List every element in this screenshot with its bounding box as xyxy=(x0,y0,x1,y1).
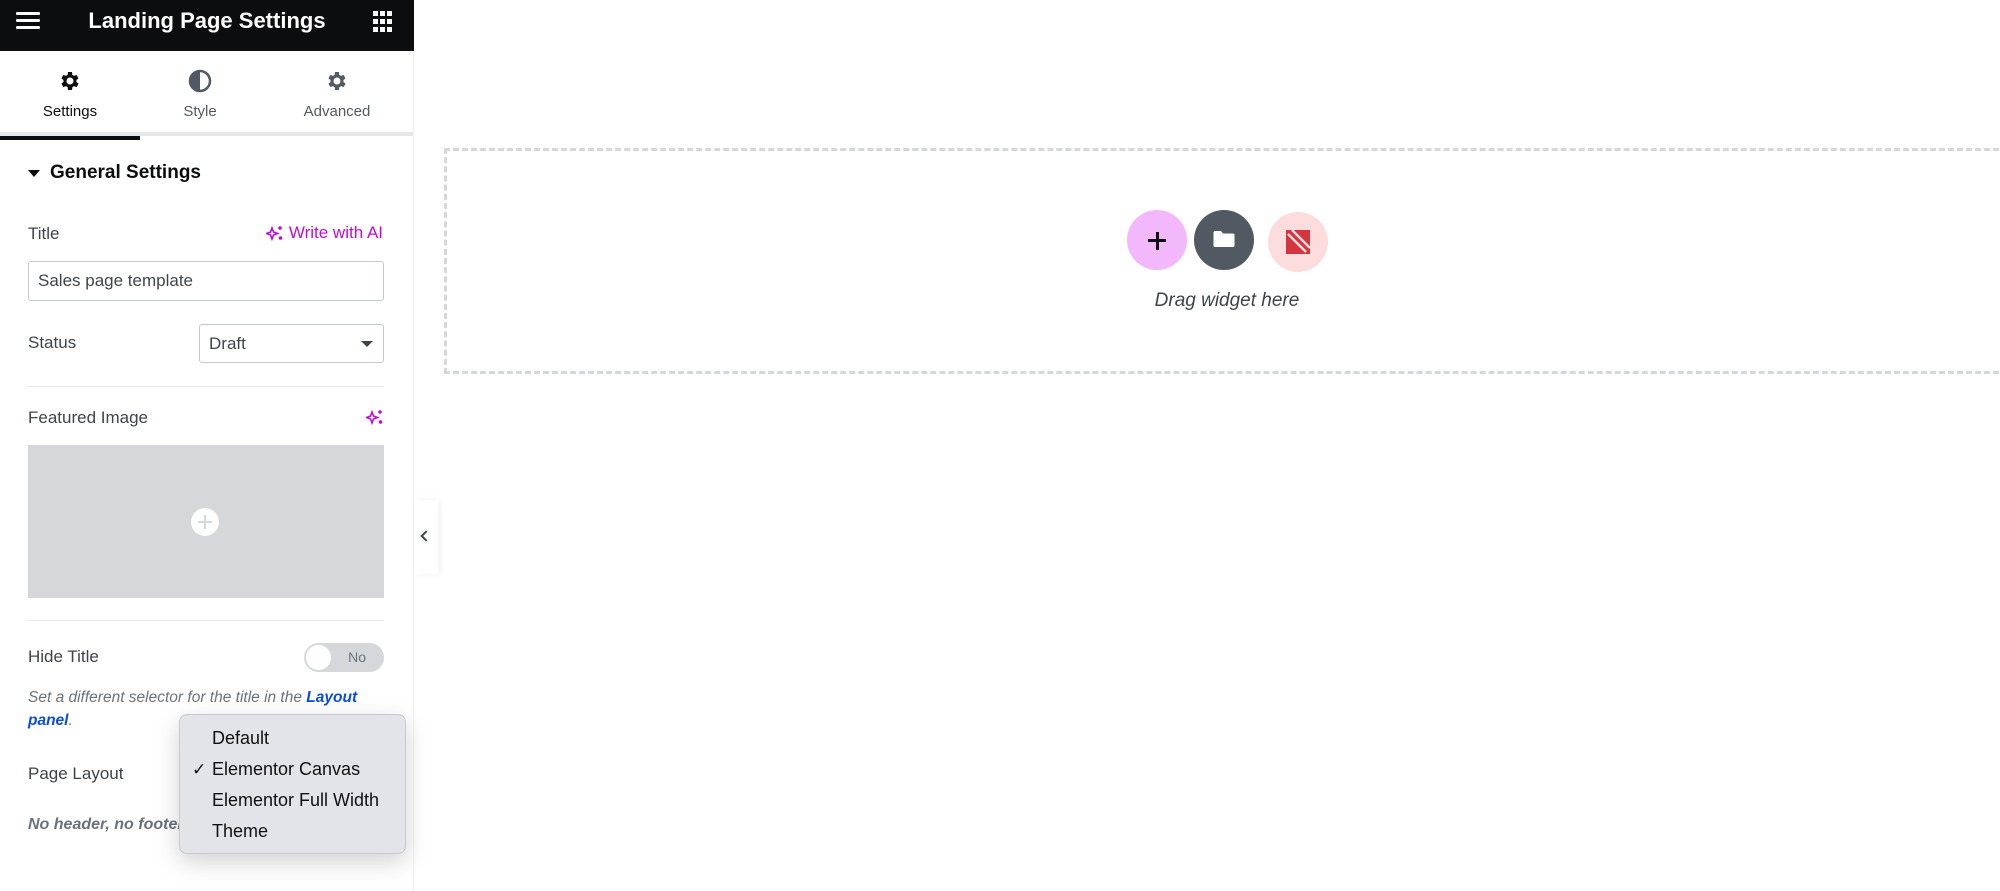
title-label: Title xyxy=(28,224,60,243)
toggle-state: No xyxy=(348,649,366,665)
tab-style[interactable]: Style xyxy=(140,51,260,136)
menu-item-label: Elementor Full Width xyxy=(212,790,380,810)
add-section-button[interactable] xyxy=(1127,210,1187,270)
divider xyxy=(28,620,384,621)
status-value: Draft xyxy=(209,334,246,353)
tab-label: Style xyxy=(183,103,217,120)
chevron-left-icon xyxy=(420,530,432,542)
page-layout-label: Page Layout xyxy=(28,764,124,783)
menu-item-elementor-full-width[interactable]: Elementor Full Width xyxy=(180,785,405,816)
folder-icon xyxy=(1213,231,1235,247)
drag-widget-text: Drag widget here xyxy=(1154,290,1300,311)
hide-title-toggle[interactable]: No xyxy=(304,643,384,672)
title-input[interactable]: Sales page template xyxy=(28,261,384,301)
write-with-ai-label: Write with AI xyxy=(288,223,383,242)
section-heading: General Settings xyxy=(50,162,201,183)
kit-library-button[interactable] xyxy=(1268,212,1328,272)
general-settings-toggle[interactable]: General Settings xyxy=(28,162,201,184)
tab-label: Settings xyxy=(42,103,98,120)
toggle-knob xyxy=(305,644,332,671)
help-text-suffix: . xyxy=(68,712,73,729)
menu-item-label: Elementor Canvas xyxy=(212,759,361,779)
menu-item-theme[interactable]: Theme xyxy=(180,816,405,847)
panel-header: Landing Page Settings xyxy=(0,0,414,51)
template-library-button[interactable] xyxy=(1194,210,1254,270)
plus-circle-icon xyxy=(191,508,219,536)
ai-sparkle-icon[interactable] xyxy=(366,409,384,425)
menu-item-elementor-canvas[interactable]: ✓ Elementor Canvas xyxy=(180,754,405,785)
menu-item-label: Default xyxy=(212,728,270,748)
editor-panel: Landing Page Settings Settings Style Adv… xyxy=(0,0,414,891)
gear-icon xyxy=(328,72,346,90)
panel-tabs: Settings Style Advanced xyxy=(0,51,413,140)
grid-icon[interactable] xyxy=(373,11,395,33)
status-label: Status xyxy=(28,333,77,352)
status-select[interactable]: Draft xyxy=(199,324,384,363)
hide-title-label: Hide Title xyxy=(28,647,99,666)
gear-icon xyxy=(61,72,79,90)
menu-item-label: Theme xyxy=(212,821,269,841)
divider xyxy=(28,386,384,387)
tab-label: Advanced xyxy=(303,103,371,120)
panel-title: Landing Page Settings xyxy=(88,8,326,33)
help-text-body: Set a different selector for the title i… xyxy=(28,689,307,706)
caret-down-icon xyxy=(28,169,40,177)
half-circle-icon xyxy=(188,69,212,93)
page-layout-note: No header, no footer, xyxy=(28,816,188,833)
menu-item-default[interactable]: Default xyxy=(180,723,405,754)
write-with-ai-button[interactable]: Write with AI xyxy=(265,223,383,243)
collapse-panel-button[interactable] xyxy=(414,500,438,574)
dropdown-arrow-icon xyxy=(361,341,373,347)
page-layout-dropdown-menu: Default ✓ Elementor Canvas Elementor Full… xyxy=(179,714,406,854)
tab-advanced[interactable]: Advanced xyxy=(270,51,404,136)
featured-image-label: Featured Image xyxy=(28,408,149,427)
checkmark-icon: ✓ xyxy=(192,760,207,779)
tab-settings[interactable]: Settings xyxy=(0,51,140,140)
ai-sparkle-icon xyxy=(265,225,283,241)
kit-logo-icon xyxy=(1286,230,1310,254)
featured-image-picker[interactable] xyxy=(28,445,384,598)
